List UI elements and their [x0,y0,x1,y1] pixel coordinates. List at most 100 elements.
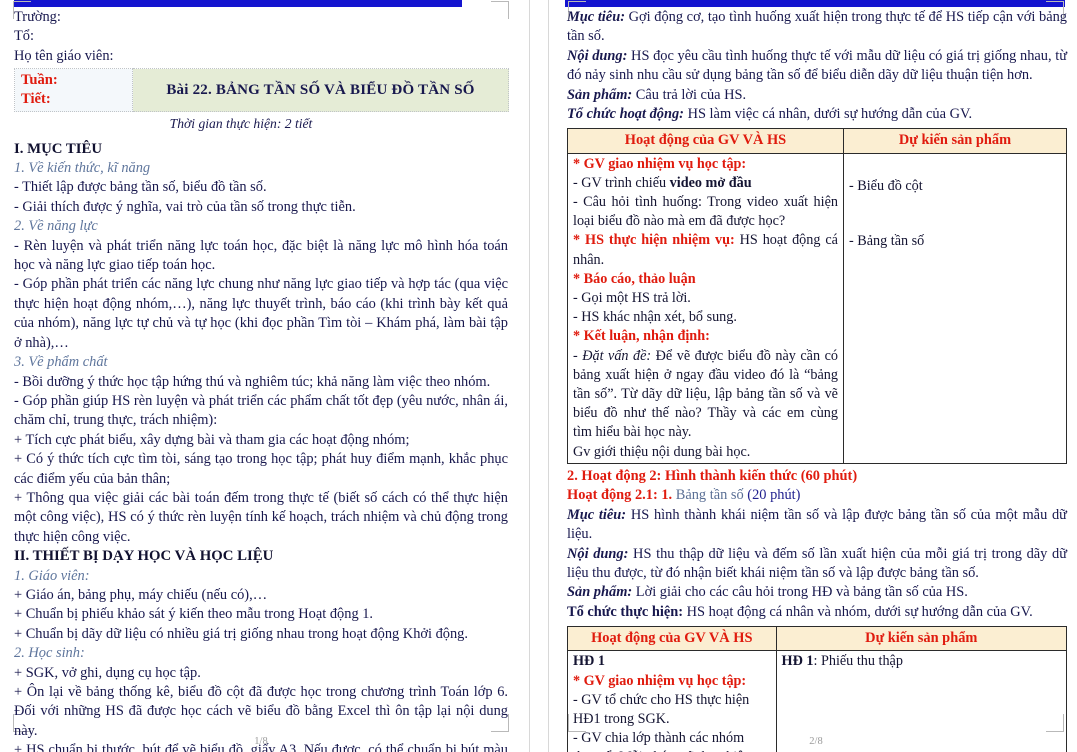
report-discuss-heading: * Báo cáo, thảo luận [573,270,696,287]
activity-table-1: Hoạt động của GV VÀ HS Dự kiến sản phẩm … [567,128,1068,464]
activity-table-2: Hoạt động của GV VÀ HS Dự kiến sản phẩm … [567,626,1068,752]
table-header-row: Hoạt động của GV VÀ HS Dự kiến sản phẩm [567,626,1068,652]
noi-dung-label: Nội dung: [567,47,628,64]
selection-highlight-bar [14,0,462,7]
section-1-heading: I. MỤC TIÊU [14,140,103,157]
list-item: - Gọi một HS trả lời. [573,290,691,307]
section-2-sub-1-heading: 1. Giáo viên: [14,567,90,584]
section-1-sub-1-heading: 1. Về kiến thức, kĩ năng [14,160,151,177]
list-item: + Giáo án, bảng phụ, máy chiếu (nếu có),… [14,586,268,603]
list-item: - GV tổ chức cho HS thực hiện HĐ1 trong … [573,691,750,727]
product-item-label: HĐ 1 [781,653,814,670]
list-item: + Ôn lại về bảng thống kê, biểu đồ cột đ… [14,684,508,739]
table-1-col1-header: Hoạt động của GV VÀ HS [567,128,844,154]
san-pham-text: Lời giải cho các câu hỏi trong HĐ và bản… [635,584,968,601]
san-pham-label: Sản phẩm: [567,86,633,103]
gv-assign-task-heading: * GV giao nhiệm vụ học tập: [573,155,747,172]
problem-statement-label: - Đặt vấn đề: [573,347,652,364]
section-2-heading: II. THIẾT BỊ DẠY HỌC VÀ HỌC LIỆU [14,548,274,565]
week-period-cell: Tuần: Tiết: [14,68,133,113]
list-item: + Thông qua việc giải các bài toán đếm t… [14,489,508,545]
noi-dung-label: Nội dung: [567,545,629,562]
muc-tieu-label: Mục tiêu: [567,9,625,25]
activity-2-1-duration: (20 phút) [747,487,801,504]
muc-tieu-text: HS hình thành khái niệm tần số và lập đư… [567,506,1067,543]
activity-2-1-title: Bảng tần số [672,487,748,504]
hs-perform-task-line: * HS thực hiện nhiệm vụ: HS hoạt động cá… [573,231,838,269]
gv-assign-task-heading: * GV giao nhiệm vụ học tập: [573,672,747,689]
san-pham-line: Sản phẩm: Lời giải cho các câu hỏi trong… [567,583,1067,602]
school-label: Trường: [14,9,61,25]
page-1-content: Trường: Tổ: Họ tên giáo viên: Tuần: Tiết… [14,8,509,752]
to-chuc-text: HS hoạt động cá nhân và nhóm, dưới sự hư… [686,603,1033,620]
table-1-col2-header: Dự kiến sản phẩm [842,128,1068,154]
to-chuc-line: Tổ chức hoạt động: HS làm việc cá nhân, … [567,105,1067,124]
list-item: + Chuẩn bị phiếu khảo sát ý kiến theo mẫ… [14,606,374,623]
section-1-sub-2-heading: 2. Về năng lực [14,218,98,235]
page-number-right: 2/8 [809,736,823,747]
noi-dung-text: HS thu thập dữ liệu và đếm số lần xuất h… [567,545,1067,581]
to-chuc-text: HS làm việc cá nhân, dưới sự hướng dẫn c… [687,106,973,123]
to-chuc-line: Tổ chức thực hiện: HS hoạt động cá nhân … [567,603,1067,622]
to-chuc-label: Tổ chức hoạt động: [567,106,684,123]
to-chuc-label: Tổ chức thực hiện: [567,603,684,620]
document-page-2: Mục tiêu: Gợi động cơ, tạo tình huống xu… [555,0,1077,752]
hs-perform-task-heading: * HS thực hiện nhiệm vụ: [573,232,735,249]
list-item: - HS khác nhận xét, bổ sung. [573,309,737,326]
activity-2-heading: 2. Hoạt động 2: Hình thành kiến thức (60… [567,467,858,484]
list-item: - Giải thích được ý nghĩa, vai trò của t… [14,198,356,215]
video-line-text: - GV trình chiếu [573,174,670,191]
gv-intro-line: Gv giới thiệu nội dung bài học. [573,443,751,460]
list-item: - Góp phần phát triển các năng lực chung… [14,276,508,351]
muc-tieu-label: Mục tiêu: [567,506,627,523]
noi-dung-line: Nội dung: HS thu thập dữ liệu và đếm số … [567,545,1067,584]
page-number-left: 1/8 [254,736,268,747]
noi-dung-text: HS đọc yêu cầu tình huống thực tế với mẫ… [567,47,1068,84]
list-item: - Góp phần giúp HS rèn luyện và phát tri… [14,392,508,429]
document-page-1: Trường: Tổ: Họ tên giáo viên: Tuần: Tiết… [0,0,522,752]
muc-tieu-line: Mục tiêu: Gợi động cơ, tạo tình huống xu… [567,8,1067,47]
page-separator [522,0,555,752]
lesson-title: Bài 22. BẢNG TẦN SỐ VÀ BIỂU ĐỒ TẦN SỐ [132,68,509,113]
conclusion-heading: * Kết luận, nhận định: [573,328,710,345]
lesson-header-table: Tuần: Tiết: Bài 22. BẢNG TẦN SỐ VÀ BIỂU … [14,68,509,113]
list-item: - GV trình chiếu video mở đầu [573,174,838,193]
san-pham-label: Sản phẩm: [567,584,633,601]
hd-1-heading: HĐ 1 [573,653,605,670]
product-item: - Bảng tần số [848,232,925,249]
muc-tieu-line: Mục tiêu: HS hình thành khái niệm tần số… [567,506,1067,545]
product-item-text: : Phiếu thu thập [813,653,903,670]
section-1-sub-3-heading: 3. Về phẩm chất [14,354,108,371]
table-header-row: Hoạt động của GV VÀ HS Dự kiến sản phẩm [567,128,1068,154]
teacher-name-label: Họ tên giáo viên: [14,47,114,64]
period-label: Tiết: [21,91,51,108]
week-label: Tuần: [21,72,58,89]
muc-tieu-text: Gợi động cơ, tạo tình huống xuất hiện tr… [567,9,1067,45]
noi-dung-line: Nội dung: HS đọc yêu cầu tình huống thực… [567,47,1067,86]
table-2-col2-header: Dự kiến sản phẩm [775,626,1068,652]
list-item: - Câu hỏi tình huống: Trong video xuất h… [573,194,838,230]
problem-statement-line: - Đặt vấn đề: Để vẽ được biểu đồ này cần… [573,347,838,443]
lesson-duration: Thời gian thực hiện: 2 tiết [169,116,313,132]
activity-2-1-label: Hoạt động 2.1: 1. [567,487,673,504]
page-2-content: Mục tiêu: Gợi động cơ, tạo tình huống xu… [567,8,1068,752]
section-2-sub-2-heading: 2. Học sinh: [14,645,85,662]
list-item: + Có ý thức tích cực tìm tòi, sáng tạo t… [14,451,508,487]
product-item: - Biểu đồ cột [848,177,923,194]
list-item: + Chuẩn bị dãy dữ liệu có nhiều giá trị … [14,625,468,642]
list-item: + Tích cực phát biểu, xây dựng bài và th… [14,431,410,448]
list-item: - Thiết lập được bảng tần số, biểu đồ tầ… [14,179,267,196]
selection-highlight-bar [565,0,1065,7]
video-line-bold: video mở đầu [669,174,752,191]
san-pham-line: Sản phẩm: Câu trả lời của HS. [567,86,1067,105]
list-item: + SGK, vở ghi, dụng cụ học tập. [14,664,201,681]
table-1-product-cell: - Biểu đồ cột - Bảng tần số [842,152,1068,464]
san-pham-text: Câu trả lời của HS. [635,86,747,103]
list-item: - Rèn luyện và phát triển năng lực toán … [14,237,508,274]
table-row: Tuần: Tiết: Bài 22. BẢNG TẦN SỐ VÀ BIỂU … [14,68,509,113]
document-viewer: Trường: Tổ: Họ tên giáo viên: Tuần: Tiết… [0,0,1077,752]
group-label: Tổ: [14,28,34,45]
table-2-col1-header: Hoạt động của GV VÀ HS [567,626,777,652]
